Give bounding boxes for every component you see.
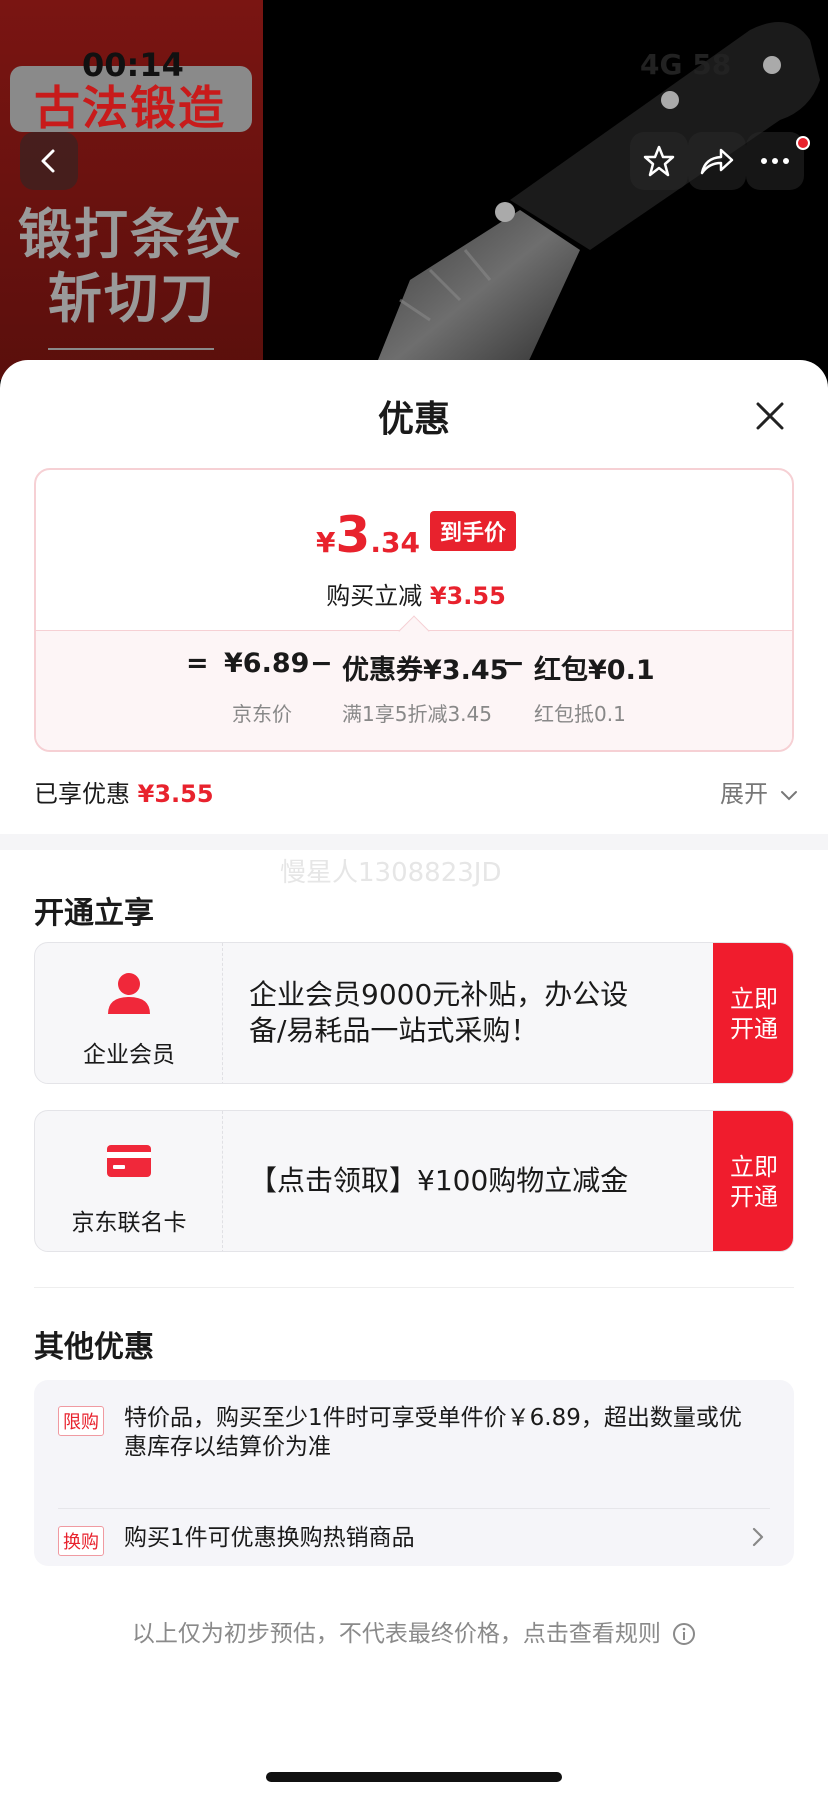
formula-jd-price: ¥6.89 — [224, 648, 310, 679]
promo-left: 企业会员 — [35, 943, 223, 1083]
share-button[interactable] — [688, 132, 746, 190]
promo-jd-cobrand-card[interactable]: 京东联名卡 【点击领取】¥100购物立减金 立即 开通 — [34, 1110, 794, 1252]
disclaimer-link[interactable]: 以上仅为初步预估，不代表最终价格，点击查看规则 — [0, 1614, 828, 1648]
exchange-tag: 换购 — [58, 1526, 104, 1556]
final-price: ¥3.34 到手价 — [36, 506, 792, 564]
close-icon[interactable] — [748, 394, 792, 438]
final-price-badge: 到手价 — [429, 511, 516, 551]
open-section-title: 开通立享 — [34, 896, 154, 931]
open-now-line2: 开通 — [730, 1015, 778, 1043]
other-section-title: 其他优惠 — [34, 1330, 154, 1365]
star-icon — [643, 145, 675, 177]
knife-image — [370, 22, 820, 380]
expand-label: 展开 — [720, 780, 768, 808]
promo-left: 京东联名卡 — [35, 1111, 223, 1251]
formula-coupon: 优惠券¥3.45 — [342, 655, 509, 686]
home-indicator — [266, 1772, 562, 1782]
promo-name: 企业会员 — [83, 1042, 175, 1068]
enjoyed-discount: 已享优惠 ¥3.55 — [34, 774, 214, 809]
enjoyed-discount-label: 已享优惠 — [34, 780, 130, 808]
status-time: 00:14 — [82, 46, 184, 84]
product-divider — [48, 348, 214, 350]
other-discount-text: 购买1件可优惠换购热销商品 — [124, 1525, 415, 1551]
open-now-line2: 开通 — [730, 1183, 778, 1211]
section-divider — [0, 834, 828, 850]
other-discount-text: 特价品，购买至少1件时可享受单件价￥6.89，超出数量或优惠库存以结算价为准 — [124, 1405, 742, 1460]
open-now-button[interactable]: 立即 开通 — [713, 1111, 793, 1251]
promo-name: 京东联名卡 — [71, 1210, 187, 1236]
price-decimal: .34 — [370, 526, 420, 559]
chevron-right-icon[interactable] — [750, 1526, 766, 1548]
person-icon — [108, 973, 150, 1014]
open-now-line1: 立即 — [730, 985, 778, 1013]
instant-discount: 购买立减 ¥3.55 — [36, 576, 792, 611]
formula-coupon-label: 满1享5折减3.45 — [342, 702, 492, 726]
chevron-down-icon — [780, 791, 797, 801]
enjoyed-discount-value: ¥3.55 — [137, 780, 214, 808]
promo-text: 【点击领取】¥100购物立减金 — [249, 1164, 629, 1197]
formula-minus-1: − — [310, 648, 333, 679]
product-headline-2: 斩切刀 — [48, 267, 216, 330]
row-divider — [58, 1508, 770, 1509]
instant-discount-label: 购买立减 — [326, 582, 423, 610]
price-currency: ¥ — [316, 526, 336, 559]
limit-tag: 限购 — [58, 1406, 104, 1436]
favorite-button[interactable] — [630, 132, 688, 190]
formula-redpack: 红包¥0.1 — [534, 655, 655, 686]
card-icon — [107, 1145, 151, 1177]
info-icon — [673, 1623, 696, 1645]
promo-enterprise-member[interactable]: 企业会员 企业会员9000元补贴，办公设备/易耗品一站式采购！ 立即 开通 — [34, 942, 794, 1084]
formula-redpack-label: 红包抵0.1 — [534, 702, 626, 726]
formula-minus-2: − — [502, 648, 525, 679]
open-now-line1: 立即 — [730, 1153, 778, 1181]
price-card: ¥3.34 到手价 购买立减 ¥3.55 = ¥6.89 − 优惠券¥3.45 −… — [34, 468, 794, 752]
instant-discount-value: ¥3.55 — [429, 582, 506, 610]
notification-dot — [796, 136, 810, 150]
open-now-button[interactable]: 立即 开通 — [713, 943, 793, 1083]
product-image: 古法锻造 锻打条纹 斩切刀 00:14 4G 58 — [0, 0, 828, 380]
watermark: 慢星人1308823JD — [280, 858, 502, 888]
discount-sheet: 优惠 ¥3.34 到手价 购买立减 ¥3.55 = ¥6.89 − 优惠券¥3.4… — [0, 360, 828, 1801]
sheet-title: 优惠 — [377, 399, 450, 440]
status-signal-battery: 4G 58 — [640, 48, 732, 81]
back-button[interactable] — [20, 132, 78, 190]
formula-equals: = — [186, 648, 209, 679]
other-discounts-box: 限购 特价品，购买至少1件时可享受单件价￥6.89，超出数量或优惠库存以结算价为… — [34, 1380, 794, 1566]
expand-button[interactable]: 展开 — [720, 774, 798, 809]
more-dots-icon — [761, 158, 789, 164]
share-icon — [700, 148, 734, 175]
disclaimer-text: 以上仅为初步预估，不代表最终价格，点击查看规则 — [131, 1621, 661, 1647]
price-integer: 3 — [335, 506, 371, 564]
chevron-left-icon — [41, 149, 55, 173]
promo-text: 企业会员9000元补贴，办公设备/易耗品一站式采购！ — [249, 978, 629, 1047]
divider-line — [34, 1287, 794, 1288]
formula-jd-price-label: 京东价 — [232, 702, 292, 726]
